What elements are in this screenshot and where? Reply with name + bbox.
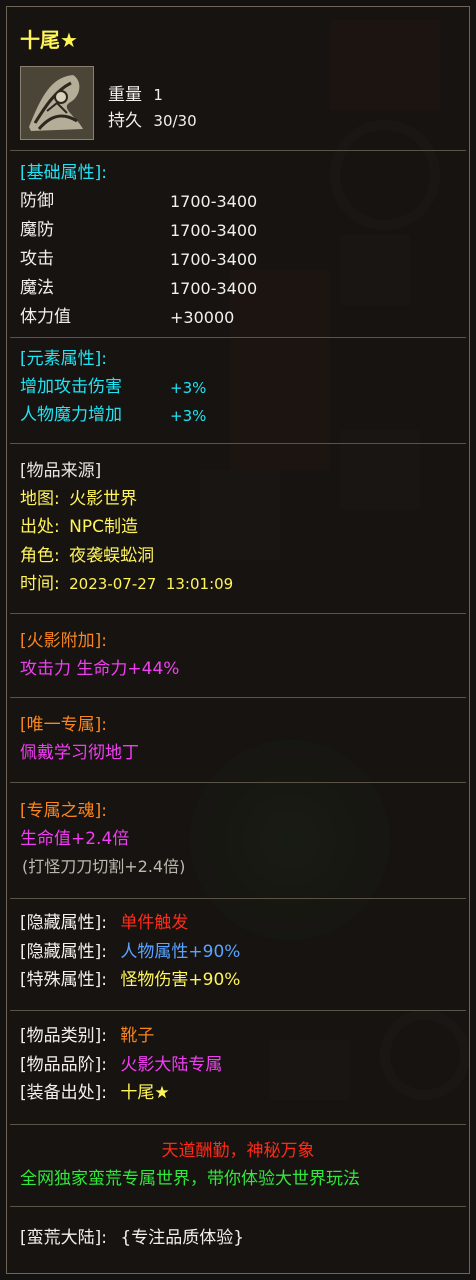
attr-value-attack: 1700-3400 — [170, 250, 258, 269]
divider — [10, 782, 466, 783]
source-row-time: 时间: 2023-07-27 13:01:09 — [20, 573, 233, 595]
element-attrs-header: [元素属性]: — [20, 349, 107, 369]
attr-label-stamina: 体力值 — [20, 307, 71, 327]
equip-origin-label: [装备出处]: — [20, 1083, 107, 1103]
durability-label: 持久 — [108, 111, 142, 131]
exclusive-header: [唯一专属]: — [20, 715, 107, 735]
soul-note: (打怪刀刀切割+2.4倍) — [22, 857, 186, 876]
attr-value-stamina: +30000 — [170, 308, 235, 327]
divider — [10, 697, 466, 698]
huoying-addon-text: 攻击力 生命力+44% — [20, 659, 180, 679]
element-attr-label: 人物魔力增加 — [20, 405, 122, 425]
source-label: 地图: — [20, 489, 60, 509]
divider — [10, 1206, 466, 1207]
divider — [10, 613, 466, 614]
hidden-attr-row: [隐藏属性]: 人物属性+90% — [20, 941, 240, 963]
element-attr-value: +3% — [170, 379, 207, 397]
hidden-attr-row: [隐藏属性]: 单件触发 — [20, 912, 188, 934]
soul-header: [专属之魂]: — [20, 801, 107, 821]
basic-attrs-header: [基础属性]: — [20, 163, 107, 183]
weight-value: 1 — [153, 86, 163, 104]
hidden-attr-label: [隐藏属性]: — [20, 913, 107, 933]
item-grade-value: 火影大陆专属 — [120, 1055, 223, 1075]
source-row-map: 地图: 火影世界 — [20, 488, 137, 510]
attr-label-magic: 魔法 — [20, 278, 54, 298]
special-attr-label: [特殊属性]: — [20, 970, 107, 990]
source-row-origin: 出处: NPC制造 — [20, 516, 138, 538]
item-name: 十尾★ — [20, 28, 78, 52]
divider — [10, 898, 466, 899]
weight-row: 重量 1 — [108, 84, 163, 106]
attr-label-magic-defense: 魔防 — [20, 220, 54, 240]
slogan-line-2: 全网独家蛮荒专属世界，带你体验大世界玩法 — [20, 1169, 360, 1189]
source-value: NPC制造 — [69, 517, 138, 537]
source-value: 火影世界 — [69, 489, 138, 509]
source-value: 2023-07-27 13:01:09 — [69, 575, 234, 593]
attr-value-magic: 1700-3400 — [170, 279, 258, 298]
durability-value: 30/30 — [153, 112, 197, 130]
footer-label: [蛮荒大陆]: — [20, 1228, 107, 1248]
attr-label-defense: 防御 — [20, 191, 54, 211]
source-row-role: 角色: 夜袭蜈蚣洞 — [20, 545, 154, 567]
hidden-attr-label: [隐藏属性]: — [20, 942, 107, 962]
source-value: 夜袭蜈蚣洞 — [69, 546, 155, 566]
element-attr-label: 增加攻击伤害 — [20, 377, 122, 397]
element-attr-value: +3% — [170, 407, 207, 425]
huoying-addon-header: [火影附加]: — [20, 631, 107, 651]
soul-text: 生命值+2.4倍 — [20, 829, 130, 849]
source-label: 时间: — [20, 574, 60, 594]
special-attr-row: [特殊属性]: 怪物伤害+90% — [20, 969, 240, 991]
item-category-label: [物品类别]: — [20, 1026, 107, 1046]
durability-row: 持久 30/30 — [108, 110, 197, 132]
item-grade-label: [物品品阶]: — [20, 1055, 107, 1075]
divider — [10, 337, 466, 338]
source-header: [物品来源] — [20, 461, 102, 481]
item-category-row: [物品类别]: 靴子 — [20, 1025, 154, 1047]
equip-origin-value: 十尾★ — [120, 1083, 170, 1103]
source-label: 出处: — [20, 517, 60, 537]
exclusive-text: 佩戴学习彻地丁 — [20, 743, 139, 763]
boots-item-icon — [20, 66, 94, 140]
special-attr-value: 怪物伤害+90% — [120, 970, 241, 990]
weight-label: 重量 — [108, 85, 142, 105]
divider — [10, 443, 466, 444]
item-category-value: 靴子 — [120, 1026, 155, 1046]
equip-origin-row: [装备出处]: 十尾★ — [20, 1082, 170, 1104]
item-grade-row: [物品品阶]: 火影大陆专属 — [20, 1054, 222, 1076]
attr-value-defense: 1700-3400 — [170, 192, 258, 211]
attr-label-attack: 攻击 — [20, 249, 54, 269]
attr-value-magic-defense: 1700-3400 — [170, 221, 258, 240]
footer-value: {专注品质体验} — [120, 1228, 245, 1248]
slogan-line-1: 天道酬勤，神秘万象 — [161, 1141, 315, 1161]
divider — [10, 150, 466, 151]
divider — [10, 1124, 466, 1125]
divider — [10, 1010, 466, 1011]
hidden-attr-value: 单件触发 — [120, 913, 189, 933]
source-label: 角色: — [20, 546, 60, 566]
footer-row: [蛮荒大陆]: {专注品质体验} — [20, 1227, 244, 1249]
hidden-attr-value: 人物属性+90% — [120, 942, 241, 962]
